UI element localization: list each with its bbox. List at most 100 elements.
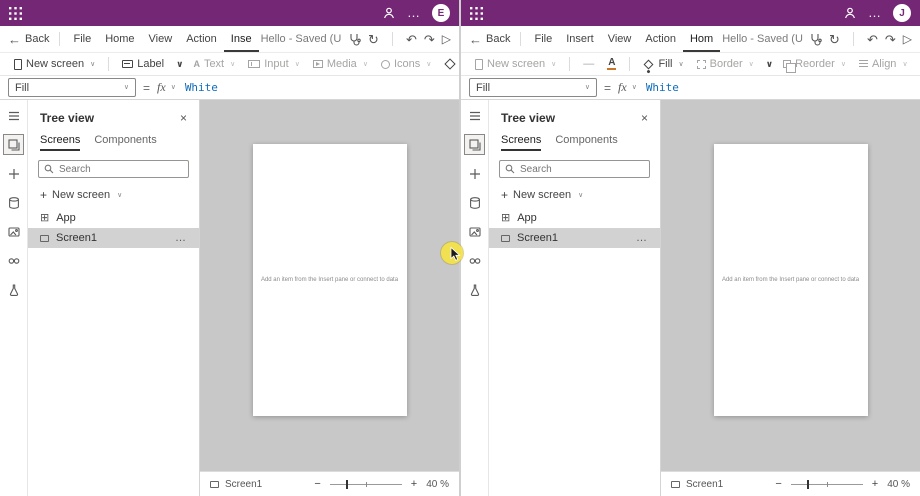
formula-input[interactable]: White bbox=[185, 81, 218, 94]
undo-icon[interactable]: ↶ bbox=[406, 33, 417, 46]
back-button[interactable]: Back bbox=[486, 33, 510, 45]
zoom-out-button[interactable]: − bbox=[775, 478, 781, 490]
new-screen-button[interactable]: New screen ∨ bbox=[8, 58, 101, 70]
fx-dropdown[interactable]: fx ∨ bbox=[618, 80, 637, 95]
account-icon[interactable] bbox=[843, 6, 857, 20]
search-box[interactable] bbox=[499, 160, 650, 178]
search-box[interactable] bbox=[38, 160, 189, 178]
refresh-icon[interactable]: ↻ bbox=[368, 33, 379, 46]
zoom-out-button[interactable]: − bbox=[314, 478, 320, 490]
zoom-in-button[interactable]: + bbox=[872, 478, 878, 490]
zoom-slider[interactable] bbox=[791, 479, 863, 489]
insert-icon[interactable] bbox=[3, 163, 24, 184]
canvas-area[interactable]: Add an item from the Insert pane or conn… bbox=[661, 100, 920, 471]
search-input[interactable] bbox=[520, 164, 644, 175]
waffle-icon[interactable] bbox=[470, 7, 483, 20]
property-dropdown[interactable]: Fill ∨ bbox=[469, 78, 597, 97]
zoom-in-button[interactable]: + bbox=[411, 478, 417, 490]
label-split-chevron-icon[interactable]: ∨ bbox=[173, 61, 186, 68]
menu-file[interactable]: File bbox=[66, 26, 98, 52]
tree-item-screen1[interactable]: Screen1 … bbox=[489, 228, 660, 248]
menu-file[interactable]: File bbox=[527, 26, 559, 52]
avatar[interactable]: J bbox=[893, 4, 911, 22]
menu-view[interactable]: View bbox=[142, 26, 180, 52]
play-icon[interactable]: ▷ bbox=[903, 32, 912, 46]
tree-view-icon[interactable] bbox=[3, 134, 24, 155]
menu-view[interactable]: View bbox=[601, 26, 639, 52]
border-button[interactable]: Border ∨ bbox=[691, 58, 760, 70]
property-dropdown[interactable]: Fill ∨ bbox=[8, 78, 136, 97]
waffle-icon[interactable] bbox=[9, 7, 22, 20]
item-more-icon[interactable]: … bbox=[636, 232, 648, 244]
close-icon[interactable]: × bbox=[641, 111, 648, 125]
tree-item-app[interactable]: ⊞ App bbox=[489, 208, 660, 228]
new-screen-panel-button[interactable]: + New screen ∨ bbox=[489, 185, 660, 208]
formula-input[interactable]: White bbox=[646, 81, 679, 94]
media-button[interactable]: Media ∨ bbox=[307, 58, 374, 70]
chevron-down-icon: ∨ bbox=[585, 84, 590, 91]
advanced-tools-icon[interactable] bbox=[3, 250, 24, 271]
font-color-button[interactable]: A bbox=[601, 58, 622, 70]
tests-icon[interactable] bbox=[464, 279, 485, 300]
align-button[interactable]: Align ∨ bbox=[853, 58, 914, 70]
screen-artboard[interactable]: Add an item from the Insert pane or conn… bbox=[714, 144, 868, 416]
tab-components[interactable]: Components bbox=[94, 132, 156, 151]
undo-icon[interactable]: ↶ bbox=[867, 33, 878, 46]
hamburger-menu-icon[interactable] bbox=[3, 105, 24, 126]
fx-dropdown[interactable]: fx ∨ bbox=[157, 80, 176, 95]
menu-action[interactable]: Action bbox=[638, 26, 683, 52]
data-icon[interactable] bbox=[464, 192, 485, 213]
back-button[interactable]: Back bbox=[25, 33, 49, 45]
slider-thumb[interactable] bbox=[807, 480, 809, 489]
tab-screens[interactable]: Screens bbox=[40, 132, 80, 151]
account-icon[interactable] bbox=[382, 6, 396, 20]
back-arrow-icon[interactable]: ← bbox=[469, 32, 482, 47]
menu-insert[interactable]: Inse bbox=[224, 26, 259, 52]
data-icon[interactable] bbox=[3, 192, 24, 213]
redo-icon[interactable]: ↷ bbox=[424, 33, 435, 46]
new-screen-button[interactable]: New screen ∨ bbox=[469, 58, 562, 70]
back-arrow-icon[interactable]: ← bbox=[8, 32, 21, 47]
tab-components[interactable]: Components bbox=[555, 132, 617, 151]
overflow-chevron-icon[interactable]: ∨ bbox=[763, 61, 776, 68]
menu-action[interactable]: Action bbox=[179, 26, 224, 52]
screen-artboard[interactable]: Add an item from the Insert pane or conn… bbox=[253, 144, 407, 416]
avatar[interactable]: E bbox=[432, 4, 450, 22]
icons-button[interactable]: Icons ∨ bbox=[375, 58, 437, 70]
reorder-button[interactable]: Reorder ∨ bbox=[777, 58, 852, 70]
tree-item-screen1[interactable]: Screen1 … bbox=[28, 228, 199, 248]
media-rail-icon[interactable] bbox=[464, 221, 485, 242]
label-button[interactable]: Label bbox=[116, 58, 170, 70]
menu-insert[interactable]: Insert bbox=[559, 26, 601, 52]
mixed-reality-button[interactable]: Mixed Reali bbox=[438, 58, 459, 70]
menu-home[interactable]: Home bbox=[98, 26, 141, 52]
close-icon[interactable]: × bbox=[180, 111, 187, 125]
menu-home[interactable]: Hom bbox=[683, 26, 720, 52]
fill-button[interactable]: Fill ∨ bbox=[637, 58, 689, 70]
line-style-button[interactable]: — bbox=[577, 59, 600, 70]
tab-screens[interactable]: Screens bbox=[501, 132, 541, 151]
refresh-icon[interactable]: ↻ bbox=[829, 33, 840, 46]
more-commands-icon[interactable]: … bbox=[407, 8, 421, 18]
play-icon[interactable]: ▷ bbox=[442, 32, 451, 46]
zoom-slider[interactable] bbox=[330, 479, 402, 489]
media-rail-icon[interactable] bbox=[3, 221, 24, 242]
tree-view-icon[interactable] bbox=[464, 134, 485, 155]
item-more-icon[interactable]: … bbox=[175, 232, 187, 244]
advanced-tools-icon[interactable] bbox=[464, 250, 485, 271]
text-button[interactable]: A Text ∨ bbox=[187, 58, 241, 70]
slider-thumb[interactable] bbox=[346, 480, 348, 489]
more-commands-icon[interactable]: … bbox=[868, 8, 882, 18]
app-checker-icon[interactable] bbox=[809, 33, 822, 46]
search-input[interactable] bbox=[59, 164, 183, 175]
canvas-area[interactable]: Add an item from the Insert pane or conn… bbox=[200, 100, 459, 471]
app-checker-icon[interactable] bbox=[348, 33, 361, 46]
hamburger-menu-icon[interactable] bbox=[464, 105, 485, 126]
new-screen-panel-button[interactable]: + New screen ∨ bbox=[28, 185, 199, 208]
tests-icon[interactable] bbox=[3, 279, 24, 300]
input-button[interactable]: Input ∨ bbox=[242, 58, 306, 70]
redo-icon[interactable]: ↷ bbox=[885, 33, 896, 46]
insert-icon[interactable] bbox=[464, 163, 485, 184]
fx-label: fx bbox=[157, 80, 166, 95]
tree-item-app[interactable]: ⊞ App bbox=[28, 208, 199, 228]
